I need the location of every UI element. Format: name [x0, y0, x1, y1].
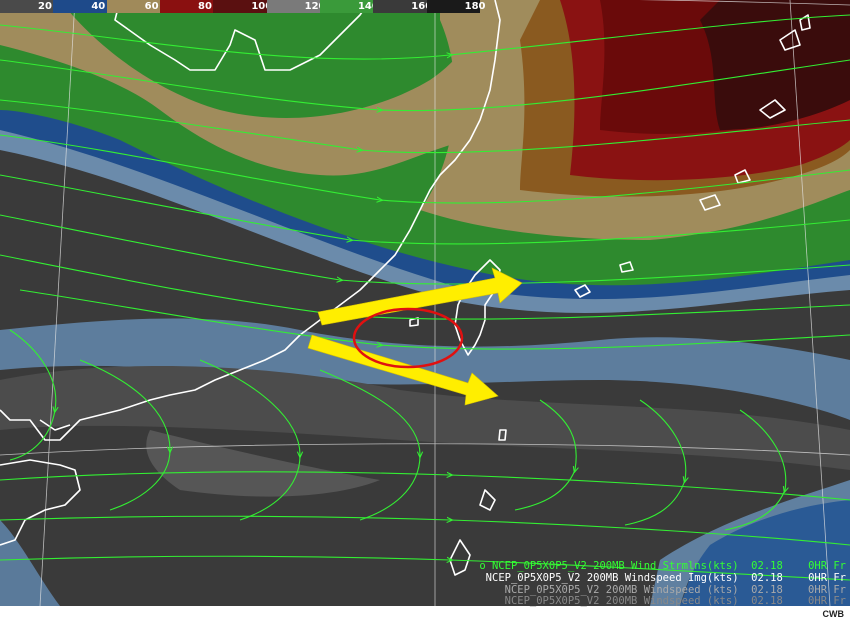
legend-line-4: NCEP_0P5X0P5_V2 200MB Windspeed (kts) 02… — [504, 595, 846, 607]
colorbar-segment: 20 — [0, 0, 54, 13]
colorbar-label: 80 — [197, 1, 212, 12]
legend-line-2: NCEP_0P5X0P5_V2 200MB Windspeed Img(kts)… — [485, 572, 846, 584]
colorbar-segment: 40 — [53, 0, 107, 13]
colorbar-segment: 160 — [373, 0, 432, 13]
colorbar-segment: 120 — [266, 0, 326, 13]
speed-colorbar: 20 40 60 80 100 120 140 160 180 — [0, 0, 486, 13]
colorbar-label: 20 — [38, 1, 52, 12]
legend-line-1: o NCEP_0P5X0P5_V2 200MB Wind Strmlns(kts… — [479, 560, 846, 572]
colorbar-label: 40 — [91, 1, 106, 12]
credit-label: CWB — [822, 609, 845, 619]
colorbar-segment: 140 — [319, 0, 379, 13]
colorbar-label: 60 — [144, 1, 159, 12]
colorbar-segment: 80 — [159, 0, 214, 13]
colorbar-segment: 100 — [213, 0, 272, 13]
colorbar-label: 180 — [464, 1, 486, 12]
wind-speed-map — [0, 0, 850, 606]
colorbar-segment: 180 — [426, 0, 486, 13]
colorbar-segment: 60 — [106, 0, 160, 13]
